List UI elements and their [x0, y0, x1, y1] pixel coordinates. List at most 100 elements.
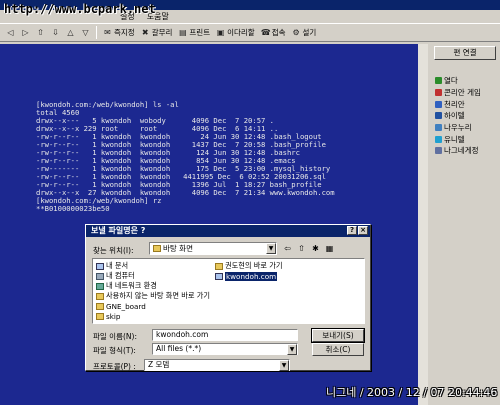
connect-button[interactable]: 편 연결: [434, 46, 496, 60]
file-list[interactable]: 내 문서 내 컴퓨터 내 네트워크 환경 사용하지 않는 바탕 화면 바로 가기 GNE…: [92, 258, 365, 324]
chevron-down-icon[interactable]: ▼: [287, 344, 297, 355]
toolbar-button-3[interactable]: ⇩: [49, 25, 62, 40]
site-label: 유니텔: [444, 134, 465, 144]
file-name: 내 문서: [106, 261, 129, 270]
file-name: skip: [106, 311, 121, 321]
toolbar-label: 이다리할: [227, 28, 255, 37]
file-item[interactable]: 내 네트워크 환경: [96, 281, 210, 291]
side-panel: 편 연결 열다 콘리안 게임 천리안 하이텔나우누리 유니텔 나그네게정: [431, 44, 500, 405]
up-folder-icon[interactable]: ⇧: [296, 243, 307, 254]
site-list-item[interactable]: 유니텔: [435, 133, 497, 145]
terminal-line: [kwondoh.com:/web/kwondoh] ls -al: [36, 100, 179, 109]
help-button[interactable]: ?: [347, 226, 357, 235]
file-item[interactable]: 권도현의 바로 가기: [215, 261, 282, 271]
view-menu-icon[interactable]: ▦: [324, 243, 335, 254]
pc-icon: [96, 272, 104, 280]
settings-icon: ⚙: [292, 28, 300, 37]
folder-icon: [96, 292, 104, 300]
fax-icon: ✉: [104, 28, 111, 37]
toolbar-button-5[interactable]: ▽: [79, 25, 92, 40]
toolbar-label: 프린트: [189, 28, 211, 37]
look-in-combo[interactable]: 바탕 화면 ▼: [149, 242, 277, 255]
back-icon[interactable]: ⇦: [282, 243, 293, 254]
doc-icon: [215, 272, 223, 280]
site-label: 열다: [444, 76, 458, 86]
site-icon: [435, 124, 442, 132]
file-item[interactable]: 내 컴퓨터: [96, 271, 210, 281]
protocol-select[interactable]: Z 모뎀 ▼: [144, 359, 290, 371]
site-list-item[interactable]: 콘리안 게임: [435, 87, 497, 99]
toolbar-label: 접속: [271, 28, 286, 37]
toolbar-button-6[interactable]: ✉ 즉지정: [101, 25, 137, 40]
toolbar-button-2[interactable]: ⇧: [34, 25, 47, 40]
folder-icon: [96, 302, 104, 310]
print-icon: ▤: [179, 28, 187, 37]
up-arrow-icon: △: [67, 28, 74, 37]
toolbar-button-7[interactable]: ✖ 갈무리: [139, 25, 175, 40]
site-list-item[interactable]: 나그네게정: [435, 145, 497, 157]
chevron-down-icon[interactable]: ▼: [279, 360, 289, 371]
download-icon: ⇩: [52, 28, 59, 37]
site-icon: [435, 77, 442, 85]
toolbar-label: 갈무리: [151, 28, 173, 37]
filetype-label: 파일 형식(T):: [93, 346, 136, 355]
site-icon: [435, 100, 442, 108]
file-item[interactable]: 사용하지 않는 바탕 화면 바로 가기: [96, 291, 210, 301]
file-name: 내 컴퓨터: [106, 271, 135, 280]
site-icon: [435, 147, 442, 155]
file-name: 사용하지 않는 바탕 화면 바로 가기: [106, 291, 210, 300]
web-icon: ▣: [216, 28, 225, 37]
upload-icon: ⇧: [37, 28, 44, 37]
net-icon: [96, 282, 104, 290]
file-item[interactable]: GNE_board: [96, 301, 210, 311]
toolbar-button-1[interactable]: ▷: [19, 25, 32, 40]
toolbar-button-4[interactable]: △: [64, 25, 77, 40]
dialog-title: 보낼 파일명은 ?: [91, 226, 146, 235]
toolbar-label: 설기: [302, 28, 317, 37]
filetype-value: All files (*.*): [156, 344, 202, 353]
file-item[interactable]: 내 문서: [96, 261, 210, 271]
close-button[interactable]: ×: [358, 226, 368, 235]
watermark-signature: 니그네 / 2003 / 12 / 07 20:44:46: [326, 386, 498, 399]
toolbar-button-10[interactable]: ☎ 접속: [259, 25, 288, 40]
site-label: 하이텔: [444, 111, 465, 121]
toolbar-button-9[interactable]: ▣ 이다리할: [214, 25, 257, 40]
dialog-nav-icons: ⇦ ⇧ ✱ ▦: [282, 243, 335, 254]
site-label: 나우누리: [444, 123, 472, 133]
terminal-scrollbar[interactable]: [418, 44, 428, 405]
close-icon: ✖: [141, 28, 149, 37]
desktop-icon: [153, 245, 161, 252]
back-arrow-icon: ◁: [7, 28, 14, 37]
toolbar-separator: [96, 26, 97, 39]
protocol-label: 프로토콜(P) :: [93, 362, 136, 371]
look-in-label: 찾는 위치(I):: [93, 246, 134, 255]
dialog-title-bar: 보낼 파일명은 ? ? ×: [86, 225, 370, 237]
chevron-down-icon[interactable]: ▼: [266, 243, 276, 254]
toolbar: ◁ ▷ ⇧ ⇩ △ ▽ ✉ 즉지정 ✖ 갈무리 ▤ 프린트 ▣ 이다리할 ☎ 접속 ⚙ 설기: [0, 24, 500, 42]
site-list-item[interactable]: 나우누리: [435, 122, 497, 134]
file-name: 내 네트워크 환경: [106, 281, 157, 290]
site-list-item[interactable]: 하이텔: [435, 110, 497, 122]
file-item[interactable]: skip: [96, 311, 210, 321]
cancel-button[interactable]: 취소(C): [312, 343, 364, 356]
filetype-select[interactable]: All files (*.*) ▼: [152, 343, 298, 355]
file-name: 권도현의 바로 가기: [225, 261, 283, 270]
toolbar-label: 즉지정: [114, 28, 135, 37]
terminal-line: **B0100000023be50: [36, 204, 110, 213]
watermark-url: http://www.bcpark.net: [4, 2, 156, 16]
new-folder-icon[interactable]: ✱: [310, 243, 321, 254]
site-list-item[interactable]: 천리안: [435, 98, 497, 110]
file-item[interactable]: kwondoh.com: [215, 271, 282, 281]
site-icon: [435, 89, 442, 97]
filename-input[interactable]: kwondoh.com: [152, 329, 298, 341]
toolbar-button-8[interactable]: ▤ 프린트: [176, 25, 212, 40]
toolbar-button-11[interactable]: ⚙ 설기: [290, 25, 319, 40]
send-button[interactable]: 보내기(S): [311, 328, 365, 343]
protocol-value: Z 모뎀: [148, 360, 170, 369]
toolbar-button-0[interactable]: ◁: [4, 25, 17, 40]
send-file-dialog: 보낼 파일명은 ? ? × 찾는 위치(I): 바탕 화면 ▼ ⇦ ⇧ ✱ ▦ …: [85, 224, 371, 371]
site-list-item[interactable]: 열다: [435, 75, 497, 87]
site-icon: [435, 135, 442, 143]
site-icon: [435, 112, 442, 120]
doc-icon: [96, 262, 104, 270]
